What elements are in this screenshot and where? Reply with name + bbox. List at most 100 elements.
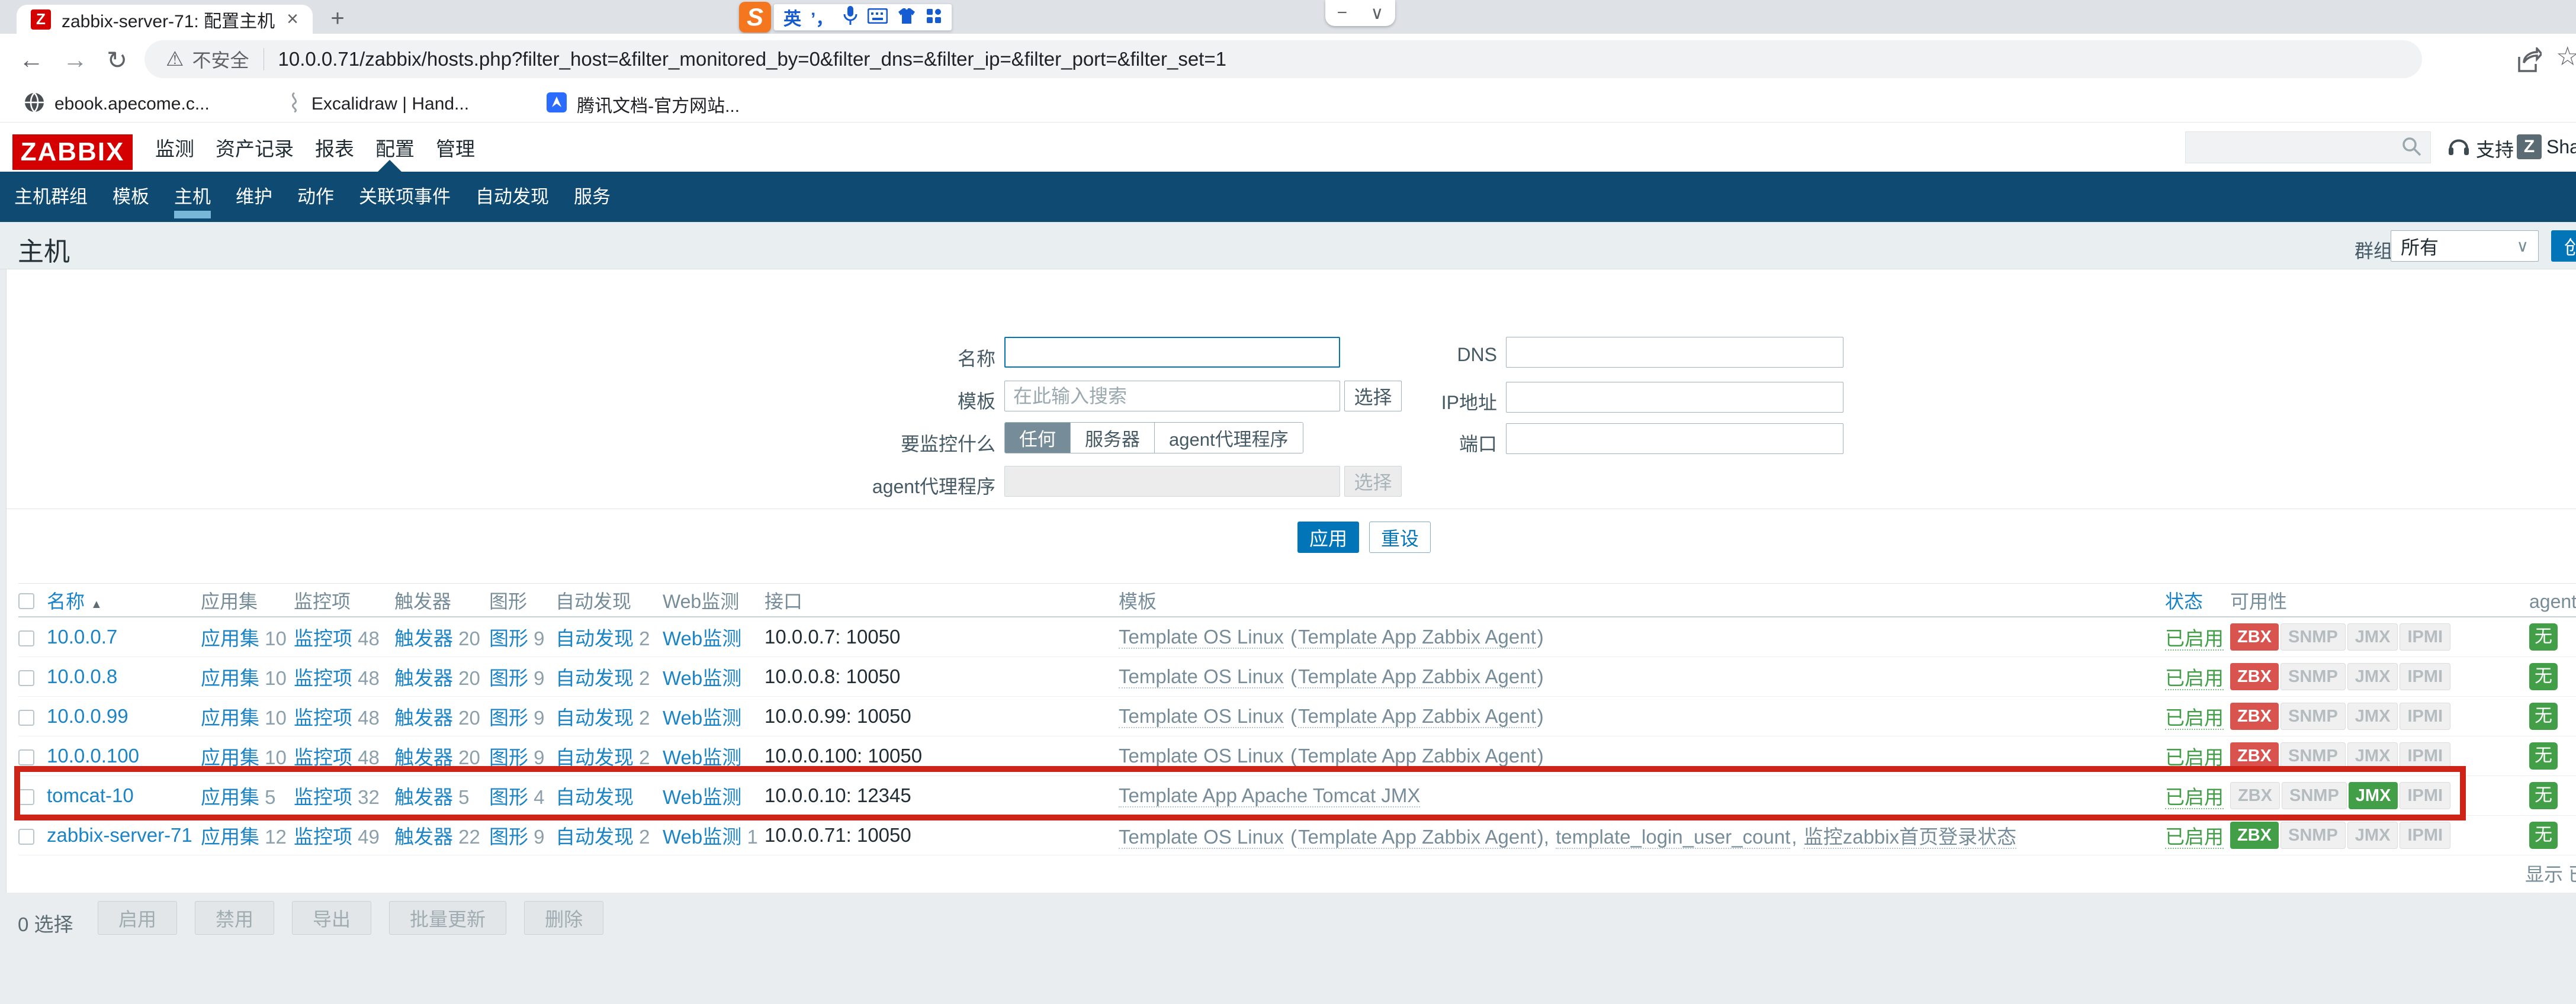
template-link[interactable]: Template App Zabbix Agent [1298, 826, 1536, 849]
new-tab-button[interactable]: + [325, 6, 351, 32]
host-name-link[interactable]: tomcat-10 [47, 784, 134, 806]
items-link[interactable]: 监控项 [294, 667, 352, 689]
items-link[interactable]: 监控项 [294, 786, 352, 808]
discovery-link[interactable]: 自动发现 [555, 628, 634, 649]
subnav-hosts[interactable]: 主机 [174, 172, 211, 222]
applications-link[interactable]: 应用集 [201, 746, 259, 768]
template-link[interactable]: Template App Apache Tomcat JMX [1119, 784, 1420, 807]
ime-skin-icon[interactable] [897, 7, 916, 28]
ime-keyboard-icon[interactable] [868, 8, 888, 27]
status-link[interactable]: 已启用 [2165, 628, 2224, 651]
chevron-down-icon[interactable]: ∨ [1370, 3, 1383, 24]
items-link[interactable]: 监控项 [294, 628, 352, 649]
enable-button[interactable]: 启用 [98, 901, 177, 935]
zabbix-logo[interactable]: ZABBIX [12, 134, 133, 170]
subnav-host-groups[interactable]: 主机群组 [14, 172, 88, 222]
row-checkbox[interactable] [18, 710, 34, 726]
ime-menu-grid-icon[interactable] [926, 8, 942, 27]
triggers-link[interactable]: 触发器 [394, 746, 453, 768]
web-link[interactable]: Web监测 [663, 628, 741, 649]
row-checkbox[interactable] [18, 829, 34, 845]
row-checkbox[interactable] [18, 749, 34, 765]
template-link[interactable]: template_login_user_count [1556, 826, 1790, 849]
subnav-discovery[interactable]: 自动发现 [476, 172, 549, 222]
select-all-checkbox[interactable] [18, 593, 34, 609]
monitored-by-any[interactable]: 任何 [1005, 423, 1071, 453]
sogou-logo-icon[interactable]: S [739, 2, 771, 33]
graphs-link[interactable]: 图形 [489, 667, 528, 689]
subnav-actions[interactable]: 动作 [297, 172, 334, 222]
filter-dns-input[interactable] [1506, 337, 1843, 368]
status-link[interactable]: 已启用 [2165, 786, 2224, 809]
header-status[interactable]: 状态 [2165, 587, 2230, 614]
nav-reports[interactable]: 报表 [315, 133, 354, 162]
subnav-maintenance[interactable]: 维护 [236, 172, 272, 222]
triggers-link[interactable]: 触发器 [394, 707, 453, 729]
status-link[interactable]: 已启用 [2165, 667, 2224, 690]
triggers-link[interactable]: 触发器 [394, 786, 453, 808]
subnav-services[interactable]: 服务 [574, 172, 611, 222]
applications-link[interactable]: 应用集 [201, 707, 259, 729]
row-checkbox[interactable] [18, 789, 34, 805]
create-host-button[interactable]: 创 [2551, 230, 2576, 262]
reload-icon[interactable]: ↻ [107, 46, 127, 75]
template-link[interactable]: Template App Zabbix Agent [1298, 745, 1536, 768]
export-button[interactable]: 导出 [292, 901, 371, 935]
web-link[interactable]: Web监测 [663, 746, 741, 768]
discovery-link[interactable]: 自动发现 [555, 826, 634, 848]
template-link[interactable]: Template OS Linux [1119, 665, 1284, 688]
forward-icon[interactable]: → [63, 46, 88, 74]
disable-button[interactable]: 禁用 [195, 901, 274, 935]
triggers-link[interactable]: 触发器 [394, 826, 453, 848]
graphs-link[interactable]: 图形 [489, 786, 528, 808]
ime-mic-icon[interactable] [843, 5, 858, 30]
template-link[interactable]: Template OS Linux [1119, 745, 1284, 768]
minimize-icon[interactable]: − [1337, 3, 1348, 23]
discovery-link[interactable]: 自动发现 [555, 707, 634, 729]
status-link[interactable]: 已启用 [2165, 746, 2224, 770]
items-link[interactable]: 监控项 [294, 707, 352, 729]
nav-inventory[interactable]: 资产记录 [216, 133, 294, 162]
discovery-link[interactable]: 自动发现 [555, 667, 634, 689]
discovery-link[interactable]: 自动发现 [555, 746, 634, 768]
applications-link[interactable]: 应用集 [201, 667, 259, 689]
web-link[interactable]: Web监测 [663, 826, 741, 848]
apply-button[interactable]: 应用 [1297, 522, 1359, 553]
triggers-link[interactable]: 触发器 [394, 628, 453, 649]
discovery-link[interactable]: 自动发现 [555, 786, 634, 808]
host-name-link[interactable]: 10.0.0.99 [47, 705, 129, 727]
web-link[interactable]: Web监测 [663, 786, 741, 808]
nav-administration[interactable]: 管理 [436, 133, 475, 162]
web-link[interactable]: Web监测 [663, 667, 741, 689]
row-checkbox[interactable] [18, 670, 34, 686]
template-link[interactable]: Template OS Linux [1119, 705, 1284, 728]
status-link[interactable]: 已启用 [2165, 826, 2224, 849]
items-link[interactable]: 监控项 [294, 826, 352, 848]
group-filter-select[interactable]: 所有 ∨ [2391, 230, 2539, 262]
template-link[interactable]: Template App Zabbix Agent [1298, 626, 1536, 649]
graphs-link[interactable]: 图形 [489, 628, 528, 649]
tab-close-icon[interactable]: × [287, 8, 298, 31]
graphs-link[interactable]: 图形 [489, 826, 528, 848]
triggers-link[interactable]: 触发器 [394, 667, 453, 689]
subnav-event-correlation[interactable]: 关联项事件 [359, 172, 451, 222]
row-checkbox[interactable] [18, 630, 34, 646]
host-name-link[interactable]: 10.0.0.7 [47, 626, 117, 648]
bookmark-tencent-docs[interactable]: 腾讯文档-官方网站... [546, 91, 740, 117]
nav-monitoring[interactable]: 监测 [155, 133, 194, 162]
template-link[interactable]: Template App Zabbix Agent [1298, 705, 1536, 728]
header-name[interactable]: 名称▲ [47, 587, 201, 614]
back-icon[interactable]: ← [19, 46, 44, 74]
browser-tab[interactable]: Z zabbix-server-71: 配置主机 × [17, 5, 313, 34]
share-link[interactable]: Z Share [2517, 134, 2576, 159]
items-link[interactable]: 监控项 [294, 746, 352, 768]
status-link[interactable]: 已启用 [2165, 707, 2224, 730]
support-link[interactable]: 支持 [2447, 134, 2514, 163]
mass-update-button[interactable]: 批量更新 [389, 901, 506, 935]
template-link[interactable]: 监控zabbix首页登录状态 [1804, 826, 2016, 849]
applications-link[interactable]: 应用集 [201, 628, 259, 649]
ime-punctuation-icon[interactable]: ’， [811, 4, 833, 30]
reset-button[interactable]: 重设 [1369, 522, 1431, 553]
applications-link[interactable]: 应用集 [201, 786, 259, 808]
not-secure-label[interactable]: 不安全 [192, 46, 249, 73]
